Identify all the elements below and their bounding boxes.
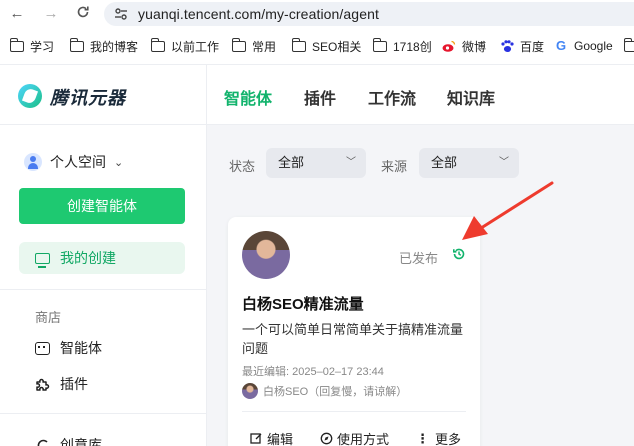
edit-button[interactable]: 编辑 (250, 429, 293, 446)
sidebar-divider (0, 289, 206, 290)
folder-icon (231, 37, 246, 52)
history-icon[interactable] (452, 247, 466, 261)
app-header: 腾讯元器 智能体 插件 工作流 知识库 (0, 64, 634, 125)
baidu-paw-icon (501, 40, 514, 52)
user-icon (24, 153, 42, 171)
sidebar: 个人空间 ⌄ 创建智能体 我的创建 商店 智能体 插件 创意库 (0, 124, 207, 446)
agent-card[interactable]: 已发布 白杨SEO精准流量 一个可以简单日常简单关于搞精准流量问题 最近编辑: … (228, 217, 480, 446)
bookmark-folder[interactable]: 我的博客 (69, 37, 138, 54)
bookmarks-bar: 学习 我的博客 以前工作 常用 SEO相关 1718创 微博 百度 G Goog… (0, 32, 634, 60)
folder-icon (69, 37, 84, 52)
folder-icon (291, 37, 306, 52)
bookmark-google[interactable]: G Google (556, 38, 613, 54)
bookmark-folder[interactable]: 1718创 (372, 37, 432, 54)
puzzle-icon (36, 378, 50, 391)
source-filter-label: 来源 (381, 159, 408, 174)
bookmark-folder[interactable]: SEO相关 (291, 37, 361, 54)
weibo-icon (442, 40, 456, 52)
logo-text: 腾讯元器 (50, 88, 126, 108)
status-select[interactable]: 全部 ﹀ (266, 148, 366, 178)
tab-workflow[interactable]: 工作流 (368, 85, 416, 109)
yuanqi-logo-icon (18, 84, 42, 108)
bookmark-weibo[interactable]: 微博 (442, 38, 486, 54)
sidebar-item-store-plugins[interactable]: 插件 (35, 374, 88, 394)
main-content: 状态 全部 ﹀ 来源 全部 ﹀ 已发布 白杨SEO精准流量 一个可以简单日常简单… (207, 124, 634, 446)
create-agent-button[interactable]: 创建智能体 (19, 188, 185, 224)
more-button[interactable]: ⋮ 更多 (416, 429, 461, 446)
folder-icon (150, 37, 165, 52)
agent-description: 一个可以简单日常简单关于搞精准流量问题 (242, 322, 464, 356)
edit-icon (250, 433, 262, 444)
source-select[interactable]: 全部 ﹀ (419, 148, 519, 178)
url-text: yuanqi.tencent.com/my-creation/agent (138, 6, 379, 22)
header-divider (206, 65, 207, 125)
status-filter-label: 状态 (229, 159, 256, 174)
bookmark-folder[interactable]: 学习 (9, 37, 54, 54)
back-icon[interactable]: ← (8, 5, 26, 23)
annotation-arrow (462, 181, 554, 240)
card-divider (242, 411, 466, 412)
sidebar-item-store-agents[interactable]: 智能体 (35, 338, 102, 358)
folder-icon (623, 37, 634, 52)
author-row: 白杨SEO（回复慢，请谅解） (242, 383, 407, 399)
tab-agents[interactable]: 智能体 (224, 85, 272, 109)
monitor-icon (35, 252, 50, 268)
chevron-down-icon: ﹀ (346, 157, 356, 168)
bookmark-folder[interactable]: 以前工作 (150, 37, 219, 54)
usage-button[interactable]: 使用方式 (320, 429, 389, 446)
robot-icon (35, 341, 50, 355)
bookmark-overflow[interactable] (623, 37, 634, 54)
more-vertical-icon: ⋮ (416, 430, 429, 446)
browser-toolbar: ← → yuanqi.tencent.com/my-creation/agent (0, 0, 634, 28)
sidebar-divider (0, 413, 206, 414)
google-icon: G (556, 38, 567, 53)
chevron-down-icon: ⌄ (114, 156, 124, 169)
compass-icon (320, 432, 333, 445)
bookmark-baidu[interactable]: 百度 (500, 38, 544, 54)
bookmark-folder[interactable]: 常用 (231, 37, 276, 54)
forward-icon[interactable]: → (42, 5, 60, 23)
chevron-down-icon: ﹀ (499, 157, 509, 168)
space-switcher[interactable]: 个人空间 ⌄ (24, 152, 123, 172)
status-badge: 已发布 (398, 251, 438, 266)
site-settings-icon[interactable] (114, 7, 128, 21)
folder-icon (9, 37, 24, 52)
tab-plugins[interactable]: 插件 (304, 85, 336, 109)
author-avatar (242, 383, 258, 399)
reload-icon[interactable] (74, 5, 92, 23)
sidebar-item-creative-library[interactable]: 创意库 (35, 435, 102, 446)
sidebar-item-my-creation[interactable]: 我的创建 (19, 242, 185, 274)
agent-avatar (242, 231, 290, 279)
tab-knowledge-base[interactable]: 知识库 (447, 85, 495, 109)
address-bar[interactable]: yuanqi.tencent.com/my-creation/agent (104, 2, 634, 26)
last-edit-time: 最近编辑: 2025–02–17 23:44 (242, 366, 384, 378)
section-label-store: 商店 (35, 310, 62, 325)
agent-title: 白杨SEO精准流量 (242, 296, 364, 313)
folder-icon (372, 37, 387, 52)
library-icon (37, 439, 48, 446)
